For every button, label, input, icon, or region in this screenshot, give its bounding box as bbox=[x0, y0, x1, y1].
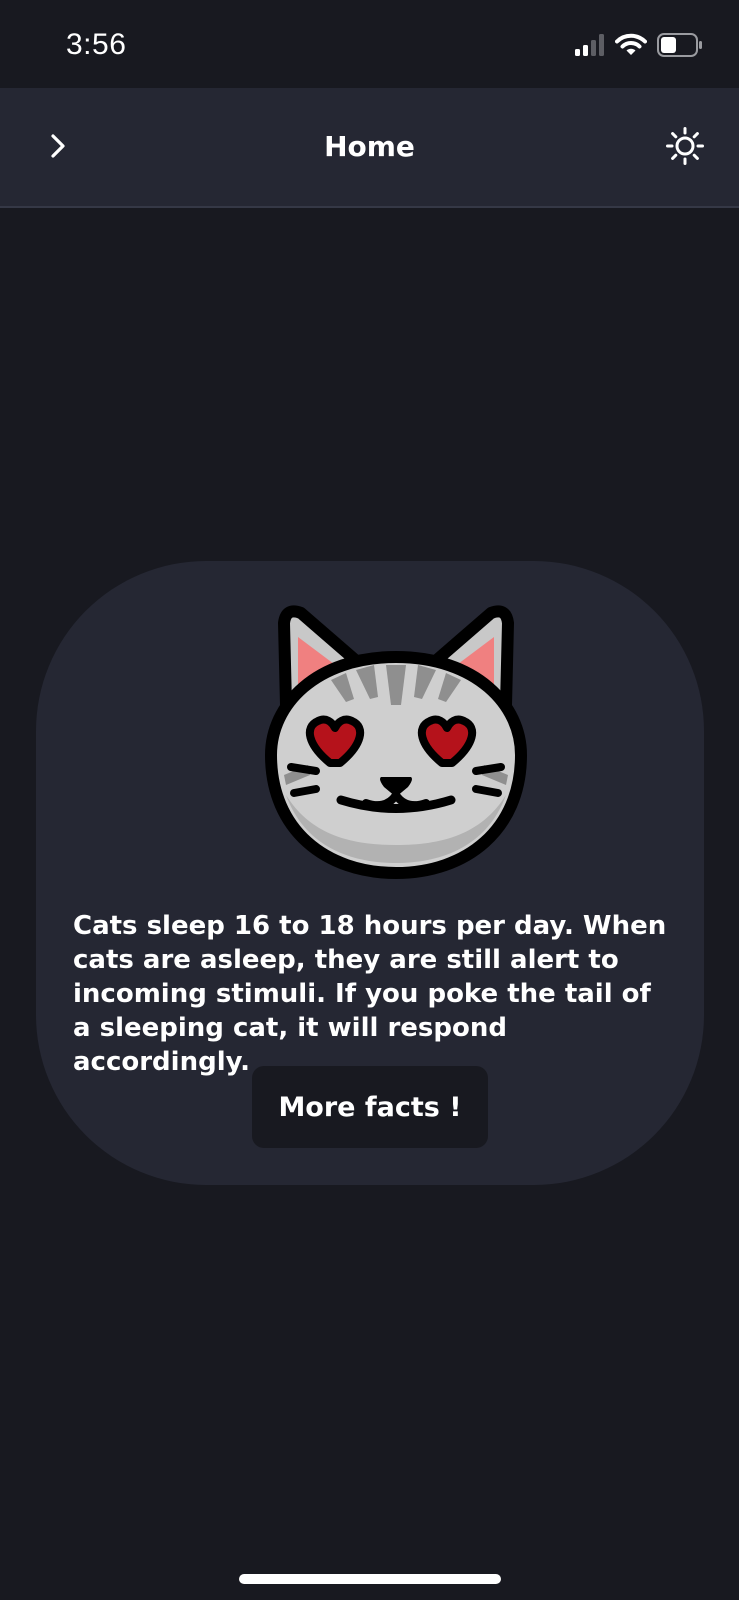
battery-icon bbox=[657, 33, 703, 61]
wifi-icon bbox=[615, 33, 647, 61]
status-icons bbox=[575, 33, 703, 61]
cellular-signal-icon bbox=[575, 34, 605, 60]
theme-toggle-button[interactable] bbox=[663, 124, 707, 168]
cat-heart-eyes-icon bbox=[264, 605, 528, 880]
more-facts-button[interactable]: More facts ! bbox=[252, 1066, 488, 1148]
cat-fact-text: Cats sleep 16 to 18 hours per day. When … bbox=[73, 911, 667, 1077]
home-indicator[interactable] bbox=[239, 1574, 501, 1584]
page-title: Home bbox=[324, 130, 415, 163]
app-screen: 3:56 Home Cats sleep 16 to 18 hours per … bbox=[0, 0, 739, 1600]
sun-icon bbox=[666, 127, 704, 165]
status-time: 3:56 bbox=[66, 28, 127, 61]
status-bar: 3:56 bbox=[0, 0, 739, 88]
cat-fact-card: Cats sleep 16 to 18 hours per day. When … bbox=[36, 561, 704, 1185]
navigation-bar: Home bbox=[0, 88, 739, 208]
